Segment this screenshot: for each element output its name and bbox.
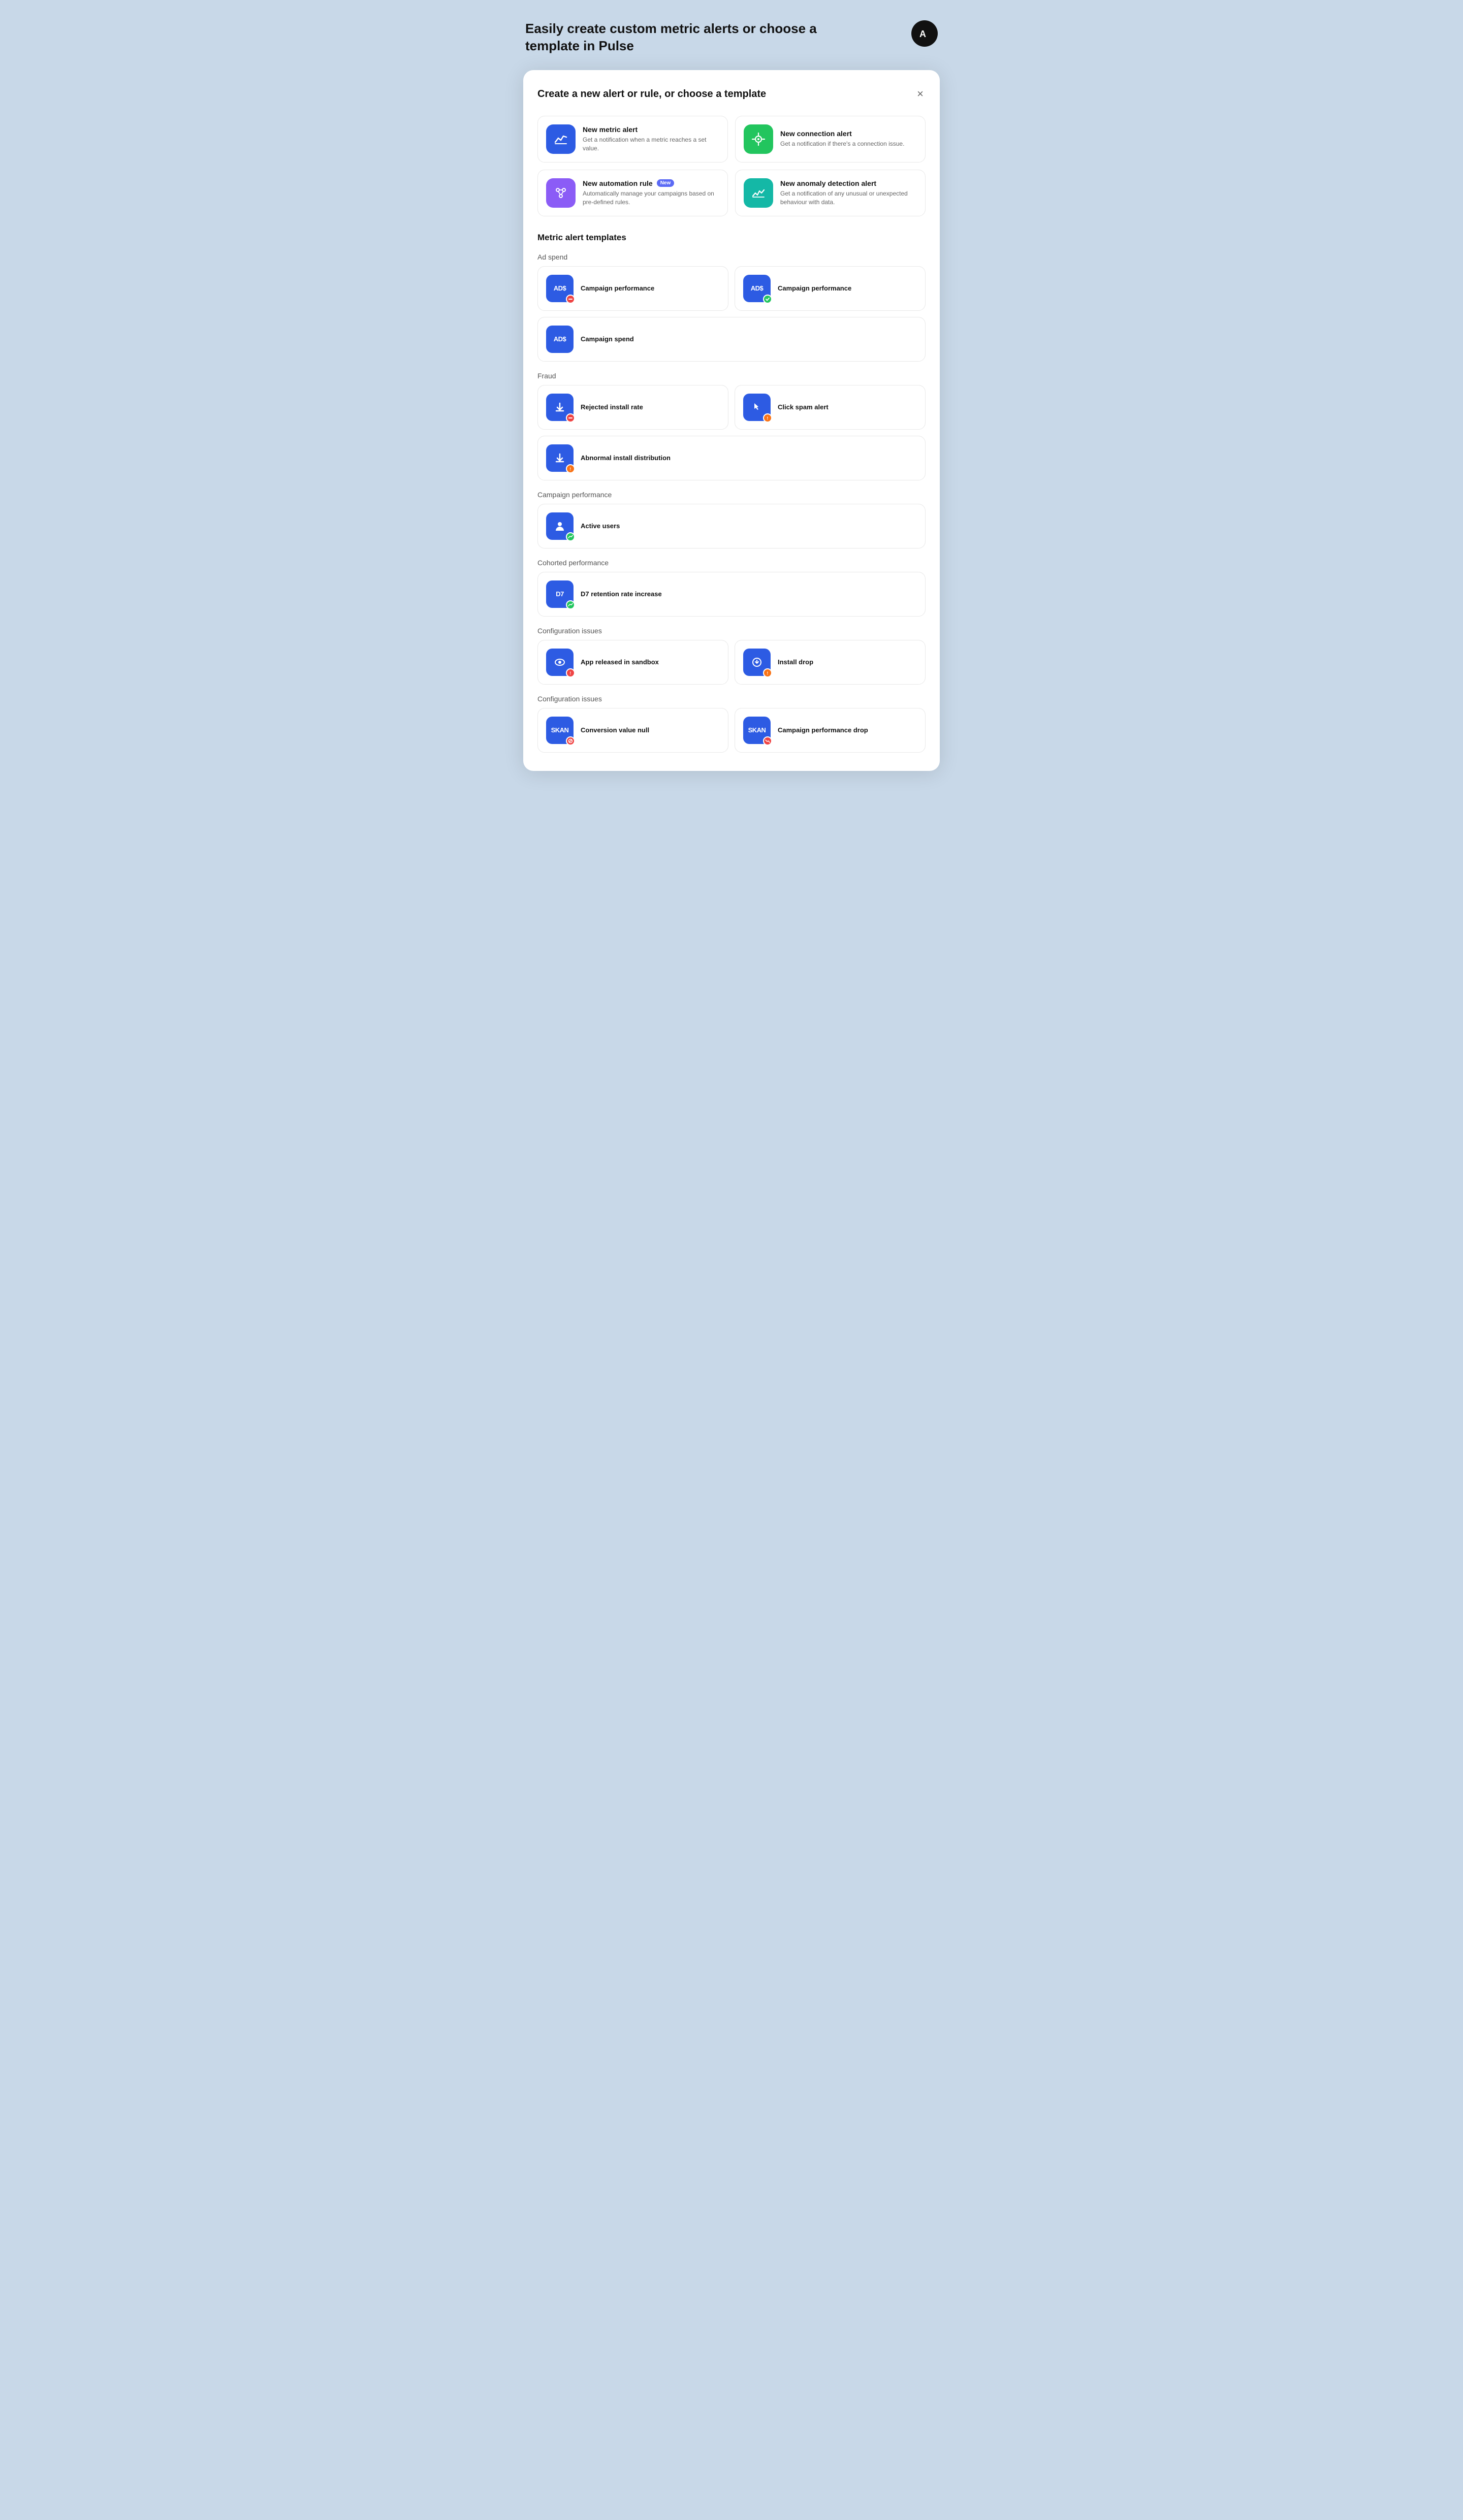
page-header: Easily create custom metric alerts or ch… <box>523 20 940 55</box>
anomaly-alert-desc: Get a notification of any unusual or une… <box>780 189 917 207</box>
d7-retention-label: D7 retention rate increase <box>581 590 662 598</box>
page-wrapper: Easily create custom metric alerts or ch… <box>523 20 940 771</box>
install-drop-label: Install drop <box>778 658 813 666</box>
section-templates-label: Metric alert templates <box>537 233 926 243</box>
category-label-cohorted: Cohorted performance <box>537 559 926 567</box>
campaign-spend-icon: AD$ <box>546 326 574 353</box>
badge-check <box>763 295 772 304</box>
template-campaign-perf-drop[interactable]: SKAN Campaign performance drop <box>735 708 926 753</box>
active-users-label: Active users <box>581 522 620 530</box>
category-campaign-performance: Campaign performance Active users <box>537 491 926 548</box>
metric-alert-icon <box>546 124 576 154</box>
top-options-grid: New metric alert Get a notification when… <box>537 116 926 216</box>
config-grid-1: ! App released in sandbox ! <box>537 640 926 685</box>
category-label-campaign-performance: Campaign performance <box>537 491 926 499</box>
config-grid-2: SKAN Conversion value null SKAN Cam <box>537 708 926 753</box>
install-drop-icon: ! <box>743 649 771 676</box>
badge-chart-down <box>763 736 772 746</box>
template-app-sandbox[interactable]: ! App released in sandbox <box>537 640 728 685</box>
category-config-issues-2: Configuration issues SKAN Conversion val… <box>537 695 926 753</box>
category-label-fraud: Fraud <box>537 372 926 380</box>
conversion-null-label: Conversion value null <box>581 726 649 734</box>
conversion-null-icon: SKAN <box>546 717 574 744</box>
svg-text:!: ! <box>767 671 769 675</box>
option-metric-alert[interactable]: New metric alert Get a notification when… <box>537 116 728 163</box>
connection-alert-title: New connection alert <box>780 130 917 138</box>
close-button[interactable]: × <box>915 86 926 102</box>
campaign-perf-1-label: Campaign performance <box>581 284 654 292</box>
connection-alert-desc: Get a notification if there's a connecti… <box>780 140 917 148</box>
svg-text:A: A <box>919 29 926 39</box>
template-campaign-perf-2[interactable]: AD$ Campaign performance <box>735 266 926 311</box>
template-conversion-null[interactable]: SKAN Conversion value null <box>537 708 728 753</box>
modal: Create a new alert or rule, or choose a … <box>523 70 940 771</box>
template-install-drop[interactable]: ! Install drop <box>735 640 926 685</box>
click-spam-icon: ! <box>743 394 771 421</box>
svg-text:!: ! <box>570 671 571 675</box>
fraud-single-row: ! Abnormal install distribution <box>537 436 926 480</box>
anomaly-alert-icon <box>744 178 773 208</box>
template-rejected-install[interactable]: Rejected install rate <box>537 385 728 430</box>
automation-rule-desc: Automatically manage your campaigns base… <box>583 189 719 207</box>
template-campaign-perf-1[interactable]: AD$ Campaign performance <box>537 266 728 311</box>
abnormal-install-icon: ! <box>546 444 574 472</box>
category-ad-spend: Ad spend AD$ Campaign performance AD$ <box>537 253 926 362</box>
template-campaign-spend[interactable]: AD$ Campaign spend <box>537 317 926 362</box>
anomaly-alert-title: New anomaly detection alert <box>780 179 917 187</box>
campaign-perf-drop-label: Campaign performance drop <box>778 726 868 734</box>
campaign-perf-1-icon: AD$ <box>546 275 574 302</box>
rejected-install-label: Rejected install rate <box>581 403 643 411</box>
app-sandbox-icon: ! <box>546 649 574 676</box>
category-cohorted-performance: Cohorted performance D7 D7 retention rat… <box>537 559 926 617</box>
category-config-issues-1: Configuration issues ! App released in s… <box>537 627 926 685</box>
click-spam-label: Click spam alert <box>778 403 829 411</box>
badge-excl-abnormal: ! <box>566 464 575 473</box>
metric-alert-title: New metric alert <box>583 125 719 134</box>
badge-chart-d7 <box>566 600 575 609</box>
modal-header: Create a new alert or rule, or choose a … <box>537 86 926 102</box>
new-badge: New <box>657 179 675 187</box>
cohorted-single-row: D7 D7 retention rate increase <box>537 572 926 617</box>
badge-excl-sandbox: ! <box>566 668 575 677</box>
badge-chart-active <box>566 532 575 541</box>
logo: A <box>911 20 938 47</box>
automation-rule-title: New automation rule New <box>583 179 719 187</box>
app-sandbox-label: App released in sandbox <box>581 658 659 666</box>
metric-alert-desc: Get a notification when a metric reaches… <box>583 136 719 153</box>
badge-excl-click: ! <box>763 413 772 423</box>
option-connection-alert[interactable]: New connection alert Get a notification … <box>735 116 926 163</box>
template-d7-retention[interactable]: D7 D7 retention rate increase <box>537 572 926 617</box>
active-users-icon <box>546 512 574 540</box>
automation-rule-icon <box>546 178 576 208</box>
campaign-spend-label: Campaign spend <box>581 335 634 343</box>
svg-text:!: ! <box>767 416 769 421</box>
fraud-grid: Rejected install rate ! Click spam alert <box>537 385 926 430</box>
modal-title: Create a new alert or rule, or choose a … <box>537 87 766 101</box>
template-click-spam[interactable]: ! Click spam alert <box>735 385 926 430</box>
campaign-perf-2-label: Campaign performance <box>778 284 851 292</box>
category-fraud: Fraud Rejected install rate <box>537 372 926 480</box>
abnormal-install-label: Abnormal install distribution <box>581 454 671 462</box>
badge-minus-fraud <box>566 413 575 423</box>
svg-text:!: ! <box>570 467 571 471</box>
option-anomaly-alert[interactable]: New anomaly detection alert Get a notifi… <box>735 170 926 216</box>
category-label-config-1: Configuration issues <box>537 627 926 635</box>
rejected-install-icon <box>546 394 574 421</box>
page-title: Easily create custom metric alerts or ch… <box>525 20 835 55</box>
badge-block <box>566 736 575 746</box>
category-label-ad-spend: Ad spend <box>537 253 926 261</box>
option-automation-rule[interactable]: New automation rule New Automatically ma… <box>537 170 728 216</box>
d7-retention-icon: D7 <box>546 580 574 608</box>
ad-spend-single-row: AD$ Campaign spend <box>537 317 926 362</box>
badge-excl-install-drop: ! <box>763 668 772 677</box>
campaign-perf-drop-icon: SKAN <box>743 717 771 744</box>
category-label-config-2: Configuration issues <box>537 695 926 703</box>
campaign-perf-2-icon: AD$ <box>743 275 771 302</box>
template-active-users[interactable]: Active users <box>537 504 926 548</box>
template-abnormal-install[interactable]: ! Abnormal install distribution <box>537 436 926 480</box>
connection-alert-icon <box>744 124 773 154</box>
campaign-perf-single-row: Active users <box>537 504 926 548</box>
ad-spend-grid: AD$ Campaign performance AD$ Campai <box>537 266 926 311</box>
badge-minus <box>566 295 575 304</box>
